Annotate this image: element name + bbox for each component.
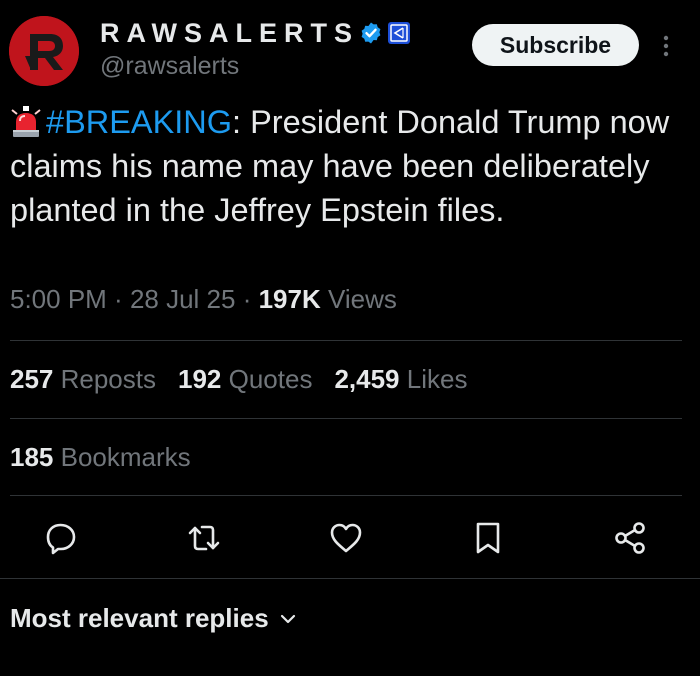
bookmark-icon[interactable] xyxy=(470,520,506,556)
bookmarks-stats: 185 Bookmarks xyxy=(10,442,213,473)
meta-separator: · xyxy=(235,284,259,314)
hashtag-link[interactable]: #BREAKING xyxy=(46,104,232,140)
affiliation-badge-icon[interactable] xyxy=(388,22,410,44)
police-car-light-icon xyxy=(11,106,41,137)
avatar[interactable] xyxy=(9,16,79,86)
views-label: Views xyxy=(320,284,397,314)
likes-stat[interactable]: 2,459 Likes xyxy=(334,364,467,395)
action-bar xyxy=(0,510,700,566)
likes-count: 2,459 xyxy=(334,364,400,394)
likes-label: Likes xyxy=(399,364,468,394)
chevron-down-icon xyxy=(280,614,295,623)
replies-sort-label: Most relevant replies xyxy=(10,603,269,633)
tweet-text: #BREAKING: President Donald Trump now cl… xyxy=(10,100,690,232)
subscribe-button[interactable]: Subscribe xyxy=(472,24,639,66)
tweet-date[interactable]: 28 Jul 25 xyxy=(130,284,236,314)
more-options-icon[interactable] xyxy=(656,32,676,62)
engagement-stats: 257 Reposts 192 Quotes 2,459 Likes xyxy=(10,364,489,395)
handle[interactable]: @rawsalerts xyxy=(100,52,239,81)
views-count: 197K xyxy=(258,284,321,314)
divider xyxy=(10,495,682,496)
quotes-stat[interactable]: 192 Quotes xyxy=(178,364,312,395)
display-name[interactable]: RAWSALERTS xyxy=(100,18,359,49)
repost-icon[interactable] xyxy=(186,520,222,556)
bookmarks-label: Bookmarks xyxy=(53,442,191,472)
quotes-label: Quotes xyxy=(221,364,313,394)
tweet-meta: 5:00 PM · 28 Jul 25 · 197K Views xyxy=(10,284,397,315)
divider xyxy=(10,340,682,341)
divider xyxy=(0,578,700,579)
share-icon[interactable] xyxy=(612,520,648,556)
reposts-stat[interactable]: 257 Reposts xyxy=(10,364,156,395)
divider xyxy=(10,418,682,419)
name-row: RAWSALERTS xyxy=(100,16,410,50)
meta-separator: · xyxy=(106,284,130,314)
reply-icon[interactable] xyxy=(43,520,79,556)
like-icon[interactable] xyxy=(328,520,364,556)
rawsalerts-logo-icon xyxy=(9,16,79,86)
reposts-count: 257 xyxy=(10,364,54,394)
quotes-count: 192 xyxy=(178,364,222,394)
verified-badge-icon[interactable] xyxy=(359,21,383,45)
reposts-label: Reposts xyxy=(53,364,156,394)
bookmarks-stat[interactable]: 185 Bookmarks xyxy=(10,442,191,473)
bookmarks-count: 185 xyxy=(10,442,54,472)
replies-sort-dropdown[interactable]: Most relevant replies xyxy=(10,603,297,634)
tweet-time[interactable]: 5:00 PM xyxy=(10,284,107,314)
tweet-header: RAWSALERTS @rawsalerts Subscribe xyxy=(0,0,700,100)
